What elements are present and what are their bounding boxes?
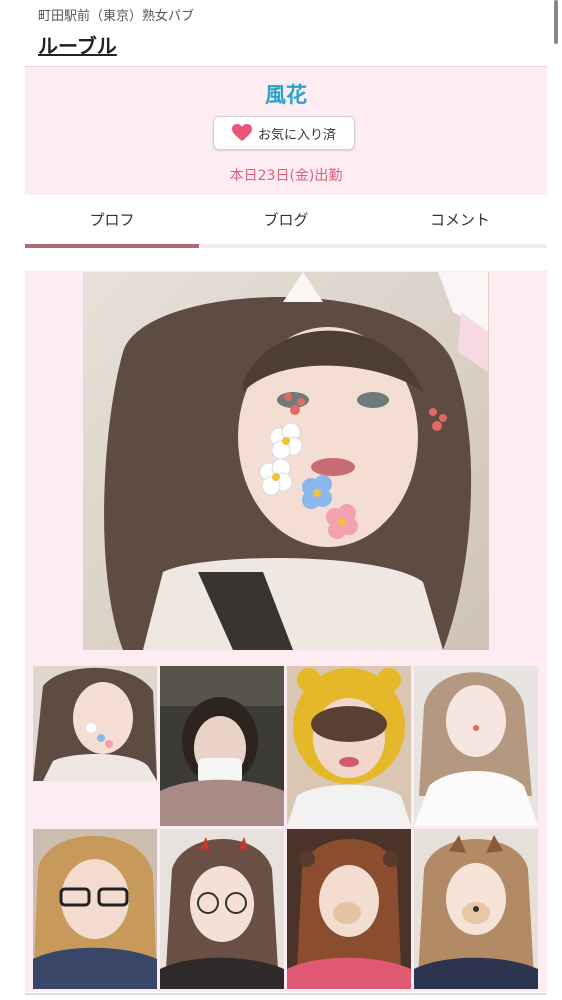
attendance-text: 本日23日(金)出勤 [229, 168, 343, 184]
photo-gallery [25, 270, 547, 992]
shop-name-link[interactable]: ルーブル [38, 30, 117, 59]
shop-subtitle: 町田駅前（東京）熟女パブ [38, 9, 195, 24]
thumbnail-photo-6[interactable] [160, 829, 284, 989]
thumbnail-photo-8[interactable] [414, 829, 538, 989]
thumbnail-photo-4[interactable] [414, 666, 538, 826]
profile-tabs: プロフ ブログ コメント [25, 196, 547, 248]
favorite-button[interactable]: お気に入り済 [213, 116, 355, 150]
profile-name: 風花 [265, 83, 307, 107]
thumbnail-photo-7[interactable] [287, 829, 411, 989]
divider [25, 993, 547, 995]
thumbnail-photo-5[interactable] [33, 829, 157, 989]
scrollbar[interactable] [554, 0, 558, 44]
heart-icon [231, 124, 252, 142]
tab-active-indicator [25, 244, 199, 248]
favorite-label: お気に入り済 [257, 127, 336, 143]
thumbnail-photo-3[interactable] [287, 666, 411, 826]
profile-card: 風花 お気に入り済 本日23日(金)出勤 [25, 66, 547, 195]
thumbnail-photo-1[interactable] [33, 666, 157, 781]
tab-blog[interactable]: ブログ [199, 196, 373, 242]
main-photo[interactable] [83, 272, 489, 650]
tab-profile[interactable]: プロフ [25, 196, 199, 242]
tab-comment[interactable]: コメント [373, 196, 547, 242]
thumbnail-photo-2[interactable] [160, 666, 284, 826]
